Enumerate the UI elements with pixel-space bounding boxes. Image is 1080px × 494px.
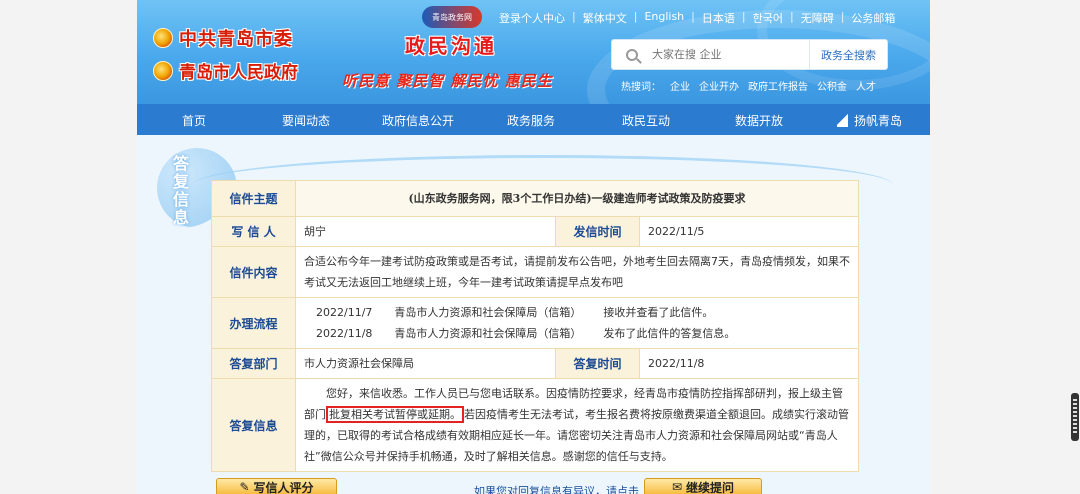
toplink-korean[interactable]: 한국어 [746,10,790,26]
process-dept: 青岛市人力资源和社会保障局（信箱） [394,306,582,319]
continue-ask-button[interactable]: ✉ 继续提问 [644,478,762,494]
reply-dept-value: 市人力资源社会保障局 [295,348,556,379]
main-nav: 首页 要闻动态 政府信息公开 政务服务 政民互动 数据开放 扬帆青岛 [137,104,930,135]
content-area: 答复信息 信件主题 (山东政务服务网，限3个工作日办结)一级建造师考试政策及防疫… [137,135,930,494]
rate-writer-label: 写信人评分 [253,480,314,494]
reply-dept-label: 答复部门 [211,348,296,379]
slogan: 听民意 聚民智 解民忧 惠民生 [342,72,553,90]
rate-writer-button[interactable]: ✎ 写信人评分 [216,478,337,494]
table-row: 答复信息 您好，来信收悉。工作人员已与您电话联系。因疫情防控要求，经青岛市疫情防… [211,378,859,472]
nav-yangfan-label: 扬帆青岛 [854,114,903,128]
toplink-traditional[interactable]: 繁体中文 [576,10,634,26]
hotword-link[interactable]: 企业 [670,78,690,93]
search-icon [626,48,638,61]
reply-time-label: 答复时间 [555,348,640,379]
table-row: 信件内容 合适公布今年一建考试防疫政策或是否考试，请提前发布公告吧，外地考生回去… [211,246,859,298]
hotword-link[interactable]: 企业开办 [699,78,739,93]
nav-item-yangfan[interactable]: 扬帆青岛 [837,112,902,129]
nav-item-home[interactable]: 首页 [182,112,206,129]
toplink-english[interactable]: English [637,10,691,26]
nav-item-interaction[interactable]: 政民互动 [622,112,670,129]
reply-info-tag: 答复信息 [172,154,189,227]
process-dept: 青岛市人力资源和社会保障局（信箱） [394,327,582,340]
process-date: 2022/11/8 [316,327,373,340]
party-emblem-icon [153,28,173,48]
process-step: 2022/11/7 青岛市人力资源和社会保障局（信箱） 接收并查看了此信件。 [304,302,850,323]
reply-time-value: 2022/11/8 [639,348,859,379]
writer-label: 写 信 人 [211,216,296,247]
hotwords-label: 热搜词： [621,82,661,93]
process-action: 发布了此信件的答复信息。 [603,327,736,340]
toplink-login[interactable]: 登录个人中心 [492,10,572,26]
scroll-handle[interactable] [1071,393,1079,441]
table-row: 信件主题 (山东政务服务网，限3个工作日办结)一级建造师考试政策及防疫要求 [211,180,859,217]
letter-content: 合适公布今年一建考试防疫政策或是否考试，请提前发布公告吧，外地考生回去隔离7天，… [295,246,859,298]
process-label: 办理流程 [211,297,296,349]
toplink-mail[interactable]: 公务邮箱 [844,10,902,26]
hotword-link[interactable]: 公积金 [817,78,847,93]
writer-value: 胡宁 [295,216,556,247]
nav-item-open-data[interactable]: 数据开放 [735,112,783,129]
party-logo-text: 中共青岛市委 [179,29,293,50]
top-links: 登录个人中心 | 繁体中文 | English | 日本语 | 한국어 | 无障碍 | 公务… [492,10,902,26]
question-icon: ✉ [671,480,683,494]
process-date: 2022/11/7 [316,306,373,319]
doubt-link[interactable]: 如果您对回复信息有异议，请点击 [474,483,639,494]
reply-content: 您好，来信收悉。工作人员已与您电话联系。因疫情防控要求，经青岛市疫情防控指挥部研… [295,378,859,472]
table-row: 办理流程 2022/11/7 青岛市人力资源和社会保障局（信箱） 接收并查看了此… [211,297,859,349]
reply-highlight: 批复相关考试暂停或延期。 [326,406,464,423]
site-title: 政民沟通 [405,34,497,58]
national-emblem-icon [153,60,173,81]
letter-detail-table: 信件主题 (山东政务服务网，限3个工作日办结)一级建造师考试政策及防疫要求 写 … [211,180,859,472]
nav-item-services[interactable]: 政务服务 [507,112,555,129]
toplink-accessibility[interactable]: 无障碍 [794,10,841,26]
toplink-japanese[interactable]: 日本语 [695,10,742,26]
search-input[interactable] [652,48,802,61]
pencil-icon: ✎ [239,480,250,494]
subject-label: 信件主题 [211,180,296,217]
site-header: 中共青岛市委 青岛市人民政府 青岛政务网 政民沟通 听民意 聚民智 解民忧 惠民… [137,0,930,104]
hotword-link[interactable]: 政府工作报告 [748,78,808,93]
party-logo[interactable]: 中共青岛市委 [153,25,293,51]
gov-logo-text: 青岛市人民政府 [179,63,298,83]
hotword-link[interactable]: 人才 [856,78,876,93]
reply-label: 答复信息 [211,378,296,472]
table-row: 答复部门 市人力资源社会保障局 答复时间 2022/11/8 [211,348,859,379]
process-step: 2022/11/8 青岛市人力资源和社会保障局（信箱） 发布了此信件的答复信息。 [304,323,850,344]
process-list: 2022/11/7 青岛市人力资源和社会保障局（信箱） 接收并查看了此信件。 2… [295,297,859,349]
letter-subject: (山东政务服务网，限3个工作日办结)一级建造师考试政策及防疫要求 [295,180,859,217]
hot-words: 热搜词： 企业 企业开办 政府工作报告 公积金 人才 [621,78,876,93]
process-action: 接收并查看了此信件。 [603,306,714,319]
content-label: 信件内容 [211,246,296,298]
sail-icon [837,114,848,127]
sent-time-value: 2022/11/5 [639,216,859,247]
gov-logo[interactable]: 青岛市人民政府 [153,58,298,83]
sent-time-label: 发信时间 [555,216,640,247]
table-row: 写 信 人 胡宁 发信时间 2022/11/5 [211,216,859,247]
continue-ask-label: 继续提问 [686,480,735,494]
nav-item-news[interactable]: 要闻动态 [282,112,330,129]
site-badge[interactable]: 青岛政务网 [422,6,482,28]
nav-item-gov-info[interactable]: 政府信息公开 [382,112,454,129]
search-box: 政务全搜索 [611,39,888,70]
search-button[interactable]: 政务全搜索 [809,40,887,69]
